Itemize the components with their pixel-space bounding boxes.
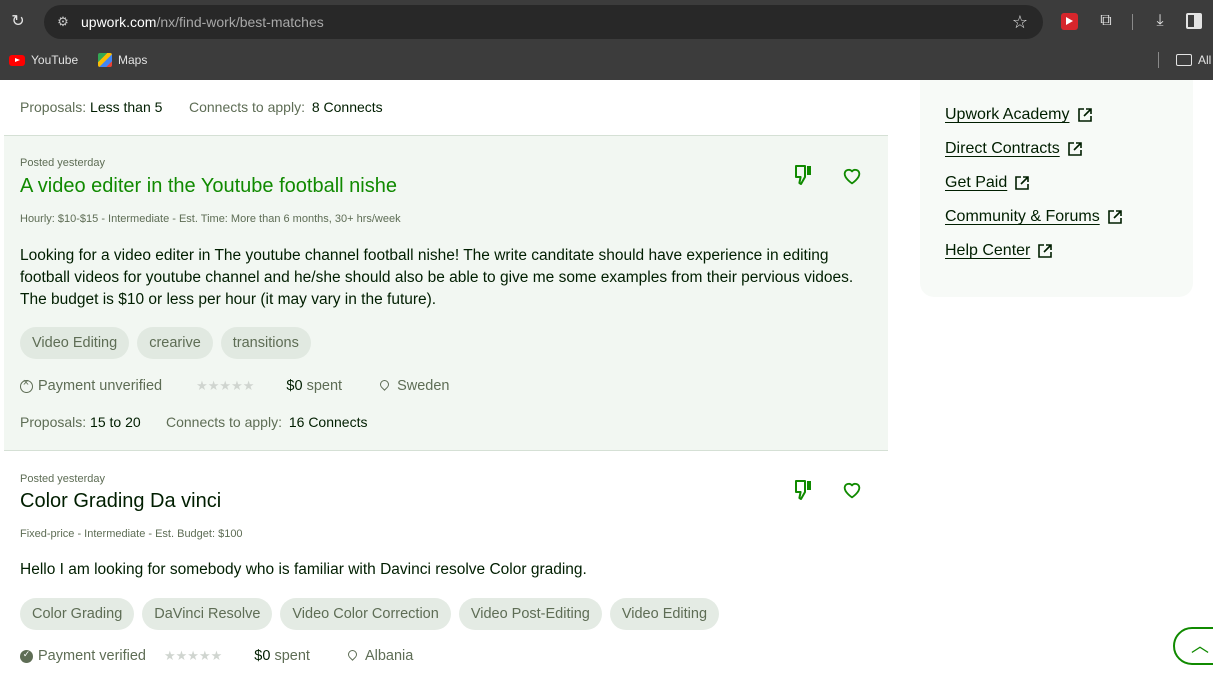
client-spent: $0 spent bbox=[254, 648, 310, 664]
payment-verified-icon bbox=[20, 649, 33, 663]
skill-tag[interactable]: Video Editing bbox=[609, 598, 720, 630]
job-title-link[interactable]: Color Grading Da vinci bbox=[20, 490, 221, 513]
client-info: Payment verified ★★★★★ $0 spent Albania bbox=[20, 648, 413, 664]
client-spent: $0 spent bbox=[286, 378, 343, 394]
job-description: Hello I am looking for somebody who is f… bbox=[20, 561, 587, 578]
skill-tag[interactable]: Video Color Correction bbox=[280, 598, 451, 630]
bookmark-star-icon[interactable]: ☆ bbox=[1010, 12, 1030, 32]
sidebar-links-panel: Upwork Academy Direct Contracts Get Paid… bbox=[920, 80, 1193, 297]
payment-status: Payment verified bbox=[38, 648, 146, 664]
thumbs-down-icon[interactable] bbox=[792, 478, 816, 502]
address-bar-row: ↻ ⚙ upwork.com/nx/find-work/best-matches… bbox=[0, 0, 1213, 44]
job-terms: Fixed-price - Intermediate - Est. Budget… bbox=[20, 528, 243, 540]
job-terms: Hourly: $10-$15 - Intermediate - Est. Ti… bbox=[20, 213, 401, 225]
toolbar-divider bbox=[1132, 14, 1133, 30]
extension-icon[interactable] bbox=[1061, 13, 1078, 30]
maps-icon bbox=[98, 53, 112, 67]
external-link-icon bbox=[1015, 176, 1030, 190]
all-bookmarks[interactable]: All bbox=[1176, 50, 1211, 70]
extensions-puzzle-icon[interactable]: ⧉ bbox=[1096, 11, 1116, 31]
reload-icon[interactable]: ↻ bbox=[8, 12, 28, 32]
skill-tag[interactable]: Color Grading bbox=[20, 598, 135, 630]
skill-tag[interactable]: crearive bbox=[137, 327, 213, 359]
bookmarks-bar: YouTube Maps All bbox=[0, 46, 1213, 72]
job-card[interactable]: Posted yesterday A video editer in the Y… bbox=[4, 136, 888, 451]
proposals-info: Proposals: Less than 5 bbox=[20, 99, 163, 115]
client-location: Sweden bbox=[380, 378, 449, 394]
skill-tags: Color Grading DaVinci Resolve Video Colo… bbox=[20, 598, 720, 630]
folder-icon bbox=[1176, 54, 1192, 66]
external-link-icon bbox=[1038, 244, 1053, 258]
posted-date: Posted yesterday bbox=[20, 473, 105, 485]
bookmarks-divider bbox=[1158, 52, 1159, 68]
location-pin-icon bbox=[380, 380, 389, 392]
youtube-icon bbox=[9, 54, 25, 66]
rating-stars-icon: ★★★★★ bbox=[164, 648, 223, 663]
bookmark-label: YouTube bbox=[31, 53, 79, 67]
bookmark-label: Maps bbox=[118, 53, 148, 67]
url-path: /nx/find-work/best-matches bbox=[156, 14, 324, 30]
skill-tag[interactable]: Video Post-Editing bbox=[458, 598, 602, 630]
sidebar-link-community-forums[interactable]: Community & Forums bbox=[945, 208, 1122, 226]
skill-tag[interactable]: transitions bbox=[220, 327, 311, 359]
payment-status: Payment unverified bbox=[38, 378, 163, 394]
job-card[interactable]: Posted yesterday Color Grading Da vinci … bbox=[4, 451, 888, 682]
job-card-partial: Proposals: Less than 5 Connects to apply… bbox=[4, 80, 888, 136]
payment-unverified-icon bbox=[20, 377, 33, 393]
connects-info: Connects to apply: 8 Connects bbox=[189, 99, 383, 115]
bookmark-youtube[interactable]: YouTube bbox=[9, 50, 78, 70]
client-location: Albania bbox=[348, 648, 413, 664]
sidebar-link-help-center[interactable]: Help Center bbox=[945, 242, 1053, 260]
side-panel-icon[interactable] bbox=[1186, 13, 1202, 29]
sidebar-link-upwork-academy[interactable]: Upwork Academy bbox=[945, 106, 1092, 124]
thumbs-down-icon[interactable] bbox=[792, 163, 816, 187]
all-bookmarks-label: All bbox=[1198, 53, 1212, 67]
sidebar-link-get-paid[interactable]: Get Paid bbox=[945, 174, 1030, 192]
connects-info: Connects to apply: 16 Connects bbox=[166, 414, 368, 430]
scroll-to-top-button[interactable]: ︿ bbox=[1173, 627, 1213, 665]
page-content: Proposals: Less than 5 Connects to apply… bbox=[0, 80, 1213, 682]
job-title-link[interactable]: A video editer in the Youtube football n… bbox=[20, 175, 397, 198]
bookmark-maps[interactable]: Maps bbox=[98, 50, 147, 70]
chevron-up-icon: ︿ bbox=[1191, 636, 1209, 656]
url-text[interactable]: upwork.com/nx/find-work/best-matches bbox=[81, 14, 324, 30]
heart-icon[interactable] bbox=[841, 479, 863, 501]
location-pin-icon bbox=[348, 650, 357, 662]
sidebar-link-direct-contracts[interactable]: Direct Contracts bbox=[945, 140, 1082, 158]
skill-tag[interactable]: Video Editing bbox=[20, 327, 130, 359]
skill-tags: Video Editing crearive transitions bbox=[20, 327, 311, 359]
external-link-icon bbox=[1077, 108, 1092, 122]
external-link-icon bbox=[1107, 210, 1122, 224]
download-icon[interactable]: ⤓ bbox=[1150, 11, 1170, 31]
proposals-info: Proposals: 15 to 20 bbox=[20, 414, 141, 430]
omnibox[interactable]: ⚙ upwork.com/nx/find-work/best-matches ☆ bbox=[44, 5, 1043, 39]
url-host: upwork.com bbox=[81, 14, 157, 30]
job-description: Looking for a video editer in The youtub… bbox=[20, 247, 854, 308]
skill-tag[interactable]: DaVinci Resolve bbox=[142, 598, 273, 630]
external-link-icon bbox=[1067, 142, 1082, 156]
client-info: Payment unverified ★★★★★ $0 spent Sweden bbox=[20, 377, 449, 394]
heart-icon[interactable] bbox=[841, 165, 863, 187]
posted-date: Posted yesterday bbox=[20, 157, 105, 169]
rating-stars-icon: ★★★★★ bbox=[196, 378, 255, 393]
browser-chrome: ↻ ⚙ upwork.com/nx/find-work/best-matches… bbox=[0, 0, 1213, 80]
site-info-icon[interactable]: ⚙ bbox=[54, 13, 72, 31]
